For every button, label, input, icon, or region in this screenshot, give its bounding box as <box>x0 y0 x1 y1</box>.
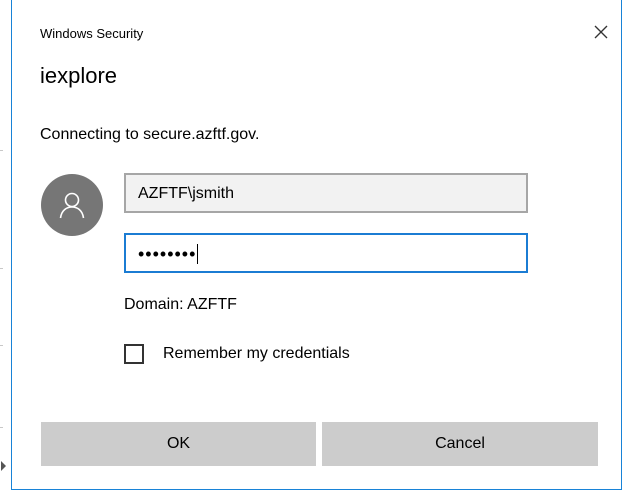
username-field[interactable]: AZFTF\jsmith <box>124 173 528 213</box>
close-icon <box>594 25 608 39</box>
edge-tick <box>0 345 3 346</box>
scroll-arrow-icon <box>1 461 6 471</box>
text-caret <box>197 243 199 264</box>
edge-tick <box>0 427 3 428</box>
background-window-edge <box>0 0 10 492</box>
edge-tick <box>0 268 3 269</box>
window-title: Windows Security <box>40 26 144 41</box>
domain-label: Domain: AZFTF <box>124 296 237 313</box>
edge-tick <box>0 150 3 151</box>
app-name: iexplore <box>40 63 118 88</box>
windows-security-dialog: Windows Security iexplore Connecting to … <box>11 0 622 490</box>
close-button[interactable] <box>586 20 616 46</box>
remember-label: Remember my credentials <box>163 345 350 362</box>
ok-button[interactable]: OK <box>41 422 316 466</box>
user-avatar-icon <box>41 174 103 236</box>
cancel-button[interactable]: Cancel <box>322 422 598 466</box>
password-field[interactable]: •••••••• <box>124 233 528 273</box>
password-value: •••••••• <box>138 244 197 264</box>
connection-message: Connecting to secure.azftf.gov. <box>40 126 260 143</box>
username-value: AZFTF\jsmith <box>138 185 234 202</box>
remember-checkbox[interactable] <box>124 344 144 364</box>
